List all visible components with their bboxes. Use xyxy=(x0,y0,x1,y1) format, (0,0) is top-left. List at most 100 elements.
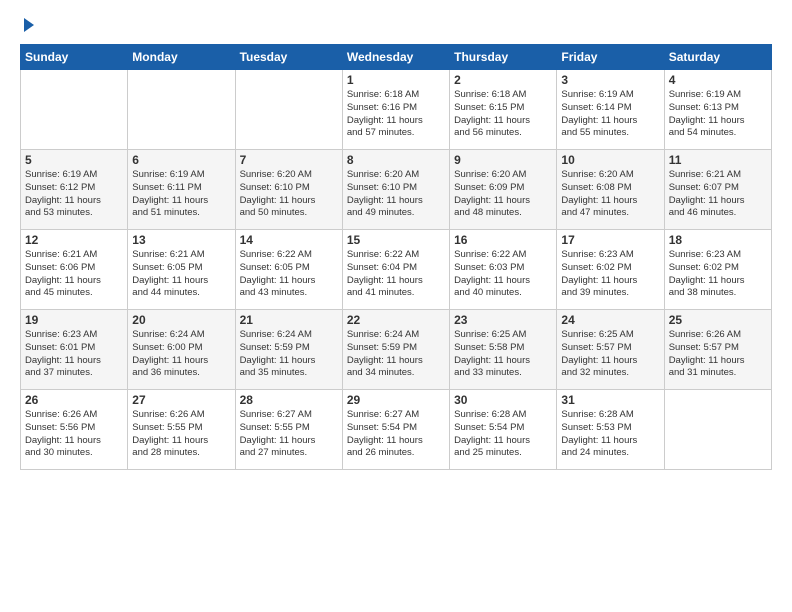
calendar-week-row: 5Sunrise: 6:19 AM Sunset: 6:12 PM Daylig… xyxy=(21,150,772,230)
day-info: Sunrise: 6:27 AM Sunset: 5:55 PM Dayligh… xyxy=(240,409,338,460)
day-info: Sunrise: 6:21 AM Sunset: 6:05 PM Dayligh… xyxy=(132,249,230,300)
calendar-cell: 15 Sunrise: 6:22 AM Sunset: 6:04 PM Dayli… xyxy=(342,230,449,310)
calendar-header-thursday: Thursday xyxy=(450,45,557,70)
day-info: Sunrise: 6:23 AM Sunset: 6:02 PM Dayligh… xyxy=(669,249,767,300)
day-number: 24 xyxy=(561,313,659,327)
calendar-cell: 1 Sunrise: 6:18 AM Sunset: 6:16 PM Daylig… xyxy=(342,70,449,150)
day-info: Sunrise: 6:19 AM Sunset: 6:13 PM Dayligh… xyxy=(669,89,767,140)
calendar-week-row: 26 Sunrise: 6:26 AM Sunset: 5:56 PM Dayli… xyxy=(21,390,772,470)
calendar-cell: 21 Sunrise: 6:24 AM Sunset: 5:59 PM Dayli… xyxy=(235,310,342,390)
day-info: Sunrise: 6:25 AM Sunset: 5:57 PM Dayligh… xyxy=(561,329,659,380)
day-info: Sunrise: 6:26 AM Sunset: 5:57 PM Dayligh… xyxy=(669,329,767,380)
day-info: Sunrise: 6:22 AM Sunset: 6:03 PM Dayligh… xyxy=(454,249,552,300)
calendar-cell: 22 Sunrise: 6:24 AM Sunset: 5:59 PM Dayli… xyxy=(342,310,449,390)
header xyxy=(20,20,772,32)
calendar-cell: 30Sunrise: 6:28 AM Sunset: 5:54 PM Dayli… xyxy=(450,390,557,470)
day-info: Sunrise: 6:19 AM Sunset: 6:12 PM Dayligh… xyxy=(25,169,123,220)
day-number: 12 xyxy=(25,233,123,247)
day-info: Sunrise: 6:18 AM Sunset: 6:16 PM Dayligh… xyxy=(347,89,445,140)
calendar-cell: 9Sunrise: 6:20 AM Sunset: 6:09 PM Daylig… xyxy=(450,150,557,230)
day-number: 21 xyxy=(240,313,338,327)
logo xyxy=(20,20,34,32)
calendar-cell: 26 Sunrise: 6:26 AM Sunset: 5:56 PM Dayli… xyxy=(21,390,128,470)
day-info: Sunrise: 6:21 AM Sunset: 6:06 PM Dayligh… xyxy=(25,249,123,300)
day-number: 4 xyxy=(669,73,767,87)
day-info: Sunrise: 6:26 AM Sunset: 5:56 PM Dayligh… xyxy=(25,409,123,460)
day-number: 26 xyxy=(25,393,123,407)
day-info: Sunrise: 6:24 AM Sunset: 6:00 PM Dayligh… xyxy=(132,329,230,380)
day-info: Sunrise: 6:18 AM Sunset: 6:15 PM Dayligh… xyxy=(454,89,552,140)
day-number: 1 xyxy=(347,73,445,87)
calendar-cell: 25 Sunrise: 6:26 AM Sunset: 5:57 PM Dayli… xyxy=(664,310,771,390)
day-number: 13 xyxy=(132,233,230,247)
calendar-cell: 19Sunrise: 6:23 AM Sunset: 6:01 PM Dayli… xyxy=(21,310,128,390)
calendar-header-tuesday: Tuesday xyxy=(235,45,342,70)
logo-arrow-icon xyxy=(24,18,34,32)
day-number: 2 xyxy=(454,73,552,87)
day-info: Sunrise: 6:20 AM Sunset: 6:08 PM Dayligh… xyxy=(561,169,659,220)
day-number: 16 xyxy=(454,233,552,247)
calendar-cell: 13 Sunrise: 6:21 AM Sunset: 6:05 PM Dayli… xyxy=(128,230,235,310)
day-info: Sunrise: 6:20 AM Sunset: 6:10 PM Dayligh… xyxy=(347,169,445,220)
day-info: Sunrise: 6:22 AM Sunset: 6:04 PM Dayligh… xyxy=(347,249,445,300)
day-number: 18 xyxy=(669,233,767,247)
calendar-header-monday: Monday xyxy=(128,45,235,70)
calendar-cell: 7 Sunrise: 6:20 AM Sunset: 6:10 PM Daylig… xyxy=(235,150,342,230)
calendar-week-row: 1 Sunrise: 6:18 AM Sunset: 6:16 PM Daylig… xyxy=(21,70,772,150)
day-number: 7 xyxy=(240,153,338,167)
day-number: 9 xyxy=(454,153,552,167)
calendar-header-sunday: Sunday xyxy=(21,45,128,70)
calendar-cell xyxy=(21,70,128,150)
day-number: 8 xyxy=(347,153,445,167)
calendar-header-wednesday: Wednesday xyxy=(342,45,449,70)
day-number: 25 xyxy=(669,313,767,327)
day-number: 31 xyxy=(561,393,659,407)
calendar-cell: 17 Sunrise: 6:23 AM Sunset: 6:02 PM Dayli… xyxy=(557,230,664,310)
calendar-cell: 6Sunrise: 6:19 AM Sunset: 6:11 PM Daylig… xyxy=(128,150,235,230)
day-number: 17 xyxy=(561,233,659,247)
calendar-header-saturday: Saturday xyxy=(664,45,771,70)
day-info: Sunrise: 6:22 AM Sunset: 6:05 PM Dayligh… xyxy=(240,249,338,300)
day-info: Sunrise: 6:20 AM Sunset: 6:10 PM Dayligh… xyxy=(240,169,338,220)
day-info: Sunrise: 6:23 AM Sunset: 6:02 PM Dayligh… xyxy=(561,249,659,300)
day-number: 11 xyxy=(669,153,767,167)
day-number: 22 xyxy=(347,313,445,327)
day-info: Sunrise: 6:21 AM Sunset: 6:07 PM Dayligh… xyxy=(669,169,767,220)
day-number: 3 xyxy=(561,73,659,87)
calendar-cell xyxy=(235,70,342,150)
calendar-cell: 4 Sunrise: 6:19 AM Sunset: 6:13 PM Daylig… xyxy=(664,70,771,150)
calendar-week-row: 12 Sunrise: 6:21 AM Sunset: 6:06 PM Dayli… xyxy=(21,230,772,310)
day-info: Sunrise: 6:24 AM Sunset: 5:59 PM Dayligh… xyxy=(240,329,338,380)
calendar-cell: 16 Sunrise: 6:22 AM Sunset: 6:03 PM Dayli… xyxy=(450,230,557,310)
calendar-cell: 27 Sunrise: 6:26 AM Sunset: 5:55 PM Dayli… xyxy=(128,390,235,470)
day-info: Sunrise: 6:19 AM Sunset: 6:11 PM Dayligh… xyxy=(132,169,230,220)
day-number: 19 xyxy=(25,313,123,327)
calendar-cell: 11 Sunrise: 6:21 AM Sunset: 6:07 PM Dayli… xyxy=(664,150,771,230)
calendar-week-row: 19Sunrise: 6:23 AM Sunset: 6:01 PM Dayli… xyxy=(21,310,772,390)
day-info: Sunrise: 6:24 AM Sunset: 5:59 PM Dayligh… xyxy=(347,329,445,380)
calendar-cell: 31Sunrise: 6:28 AM Sunset: 5:53 PM Dayli… xyxy=(557,390,664,470)
day-number: 14 xyxy=(240,233,338,247)
calendar-cell xyxy=(664,390,771,470)
calendar-cell: 5Sunrise: 6:19 AM Sunset: 6:12 PM Daylig… xyxy=(21,150,128,230)
day-number: 15 xyxy=(347,233,445,247)
calendar-cell: 8 Sunrise: 6:20 AM Sunset: 6:10 PM Daylig… xyxy=(342,150,449,230)
day-number: 23 xyxy=(454,313,552,327)
calendar-header-friday: Friday xyxy=(557,45,664,70)
calendar-cell: 24 Sunrise: 6:25 AM Sunset: 5:57 PM Dayli… xyxy=(557,310,664,390)
day-number: 10 xyxy=(561,153,659,167)
calendar-table: SundayMondayTuesdayWednesdayThursdayFrid… xyxy=(20,44,772,470)
day-info: Sunrise: 6:27 AM Sunset: 5:54 PM Dayligh… xyxy=(347,409,445,460)
calendar-header-row: SundayMondayTuesdayWednesdayThursdayFrid… xyxy=(21,45,772,70)
calendar-cell: 20Sunrise: 6:24 AM Sunset: 6:00 PM Dayli… xyxy=(128,310,235,390)
calendar-cell: 2 Sunrise: 6:18 AM Sunset: 6:15 PM Daylig… xyxy=(450,70,557,150)
day-info: Sunrise: 6:19 AM Sunset: 6:14 PM Dayligh… xyxy=(561,89,659,140)
calendar-cell: 10 Sunrise: 6:20 AM Sunset: 6:08 PM Dayli… xyxy=(557,150,664,230)
day-number: 30 xyxy=(454,393,552,407)
calendar-cell: 28Sunrise: 6:27 AM Sunset: 5:55 PM Dayli… xyxy=(235,390,342,470)
day-number: 27 xyxy=(132,393,230,407)
day-number: 29 xyxy=(347,393,445,407)
day-info: Sunrise: 6:26 AM Sunset: 5:55 PM Dayligh… xyxy=(132,409,230,460)
calendar-cell: 29 Sunrise: 6:27 AM Sunset: 5:54 PM Dayli… xyxy=(342,390,449,470)
calendar-cell: 12 Sunrise: 6:21 AM Sunset: 6:06 PM Dayli… xyxy=(21,230,128,310)
